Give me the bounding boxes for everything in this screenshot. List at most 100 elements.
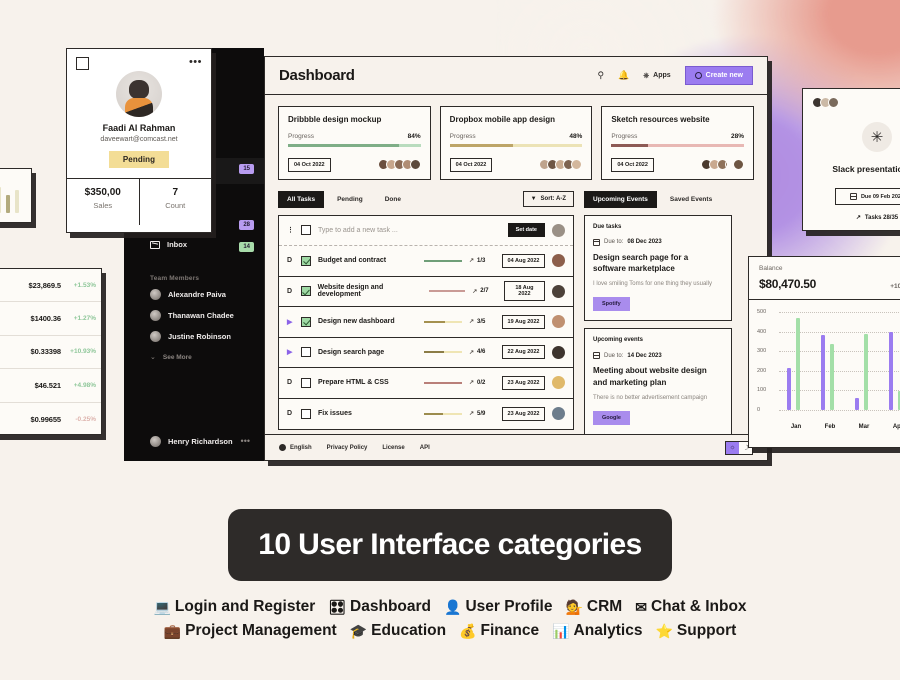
progress-label: Progress xyxy=(449,133,476,140)
language-selector[interactable]: English xyxy=(279,444,312,451)
task-checkbox[interactable] xyxy=(301,408,311,419)
tab-done[interactable]: Done xyxy=(376,191,410,208)
more-options-icon[interactable]: ••• xyxy=(189,57,202,68)
project-title: Sketch resources website xyxy=(611,115,710,124)
avatar xyxy=(552,345,565,359)
task-row[interactable]: D Fix issues ↗ 5/9 23 Aug 2022 xyxy=(279,399,573,430)
sort-button[interactable]: ▼ Sort: A-Z xyxy=(522,191,574,207)
y-tick: 300 xyxy=(757,348,767,355)
profile-stats: $350,00 Sales 7 Count xyxy=(67,178,211,225)
task-fraction: ↗ 1/3 xyxy=(469,257,486,265)
sidebar-item-member-0[interactable]: Alexandre Paiva xyxy=(150,289,226,300)
drag-handle-icon[interactable]: D xyxy=(287,257,294,264)
dashboard-header: Dashboard ⚲ 🔔 ❊ Apps Create new xyxy=(265,57,767,95)
link-api[interactable]: API xyxy=(420,445,430,451)
drag-handle-icon[interactable]: D xyxy=(287,379,294,386)
table-row[interactable]: $23,869.5 +1.53% xyxy=(0,269,101,303)
avatar xyxy=(552,284,566,298)
footer-links: English Privacy Policy License API xyxy=(279,444,430,451)
task-row[interactable]: D Website design and development ↗ 2/7 1… xyxy=(279,277,573,307)
tab-saved-events[interactable]: Saved Events xyxy=(661,191,721,208)
search-icon[interactable]: ⚲ xyxy=(597,70,604,81)
task-date[interactable]: 22 Aug 2022 xyxy=(502,345,545,360)
current-user-label: Henry Richardson xyxy=(168,437,233,446)
tab-upcoming-events[interactable]: Upcoming Events xyxy=(584,190,657,208)
avatar-stack xyxy=(803,89,900,108)
project-card[interactable]: Sketch resources website Progress 28% 04… xyxy=(601,106,755,180)
filter-icon: ▼ xyxy=(530,196,537,202)
due-label: Due 09 Feb 2022 xyxy=(860,193,900,200)
link-privacy-policy[interactable]: Privacy Policy xyxy=(327,445,368,451)
project-title: Dribbble design mockup xyxy=(288,115,382,124)
task-checkbox[interactable] xyxy=(301,225,311,236)
tab-pending[interactable]: Pending xyxy=(328,191,372,208)
task-checkbox[interactable] xyxy=(301,255,311,266)
apps-button[interactable]: ❊ Apps xyxy=(643,72,670,80)
sidebar-see-more-button[interactable]: ⌄ See More xyxy=(150,353,192,362)
select-checkbox[interactable] xyxy=(76,57,89,70)
task-progress-bar xyxy=(424,320,462,323)
task-checkbox[interactable] xyxy=(301,316,311,327)
table-row[interactable]: $0.33398 +10.93% xyxy=(0,336,101,370)
sidebar-item-member-2[interactable]: Justine Robinson xyxy=(150,331,231,342)
category-label: Support xyxy=(676,622,737,639)
chart-plot-area xyxy=(779,312,900,411)
category-analytics: 📊 Analytics xyxy=(552,622,642,640)
table-row[interactable]: TH $1400.36 +1.27% xyxy=(0,302,101,336)
y-tick: 200 xyxy=(757,367,767,374)
table-row[interactable]: C $46.521 +4.98% xyxy=(0,369,101,403)
task-date[interactable]: 19 Aug 2022 xyxy=(502,314,545,329)
task-checkbox[interactable] xyxy=(301,377,311,388)
link-license[interactable]: License xyxy=(382,445,404,451)
task-date[interactable]: 23 Aug 2022 xyxy=(502,406,545,421)
slack-due-chip[interactable]: Due 09 Feb 2022 xyxy=(835,188,900,205)
create-new-button[interactable]: Create new xyxy=(684,66,753,85)
sidebar-item-member-1[interactable]: Thanawan Chadee xyxy=(150,310,234,321)
task-checkbox[interactable] xyxy=(301,347,311,358)
balance-change: +10% xyxy=(890,283,900,290)
drag-handle-icon[interactable]: D xyxy=(287,288,294,295)
see-more-label: See More xyxy=(162,353,192,361)
task-row[interactable]: D Budget and contract ↗ 1/3 04 Aug 2022 xyxy=(279,246,573,277)
category-crm: 💁 CRM xyxy=(565,598,622,616)
task-fraction: ↗ 0/2 xyxy=(469,379,486,387)
event-card[interactable]: Due tasks Due to: 08 Dec 2023 Design sea… xyxy=(584,214,732,322)
task-row[interactable]: D Prepare HTML & CSS ↗ 0/2 23 Aug 2022 xyxy=(279,368,573,399)
project-title: Dropbox mobile app design xyxy=(449,115,556,124)
balance-amount: $80,470.50 xyxy=(759,277,817,291)
task-date[interactable]: 23 Aug 2022 xyxy=(502,375,545,390)
project-card[interactable]: Dribbble design mockup Progress 84% 04 O… xyxy=(278,106,431,180)
y-tick: 400 xyxy=(757,328,767,335)
task-checkbox[interactable] xyxy=(300,286,311,297)
new-task-input[interactable]: Type to add a new task ... xyxy=(318,227,398,234)
event-tag[interactable]: Google xyxy=(593,411,630,426)
sidebar-current-user[interactable]: Henry Richardson ••• xyxy=(150,436,250,447)
task-row[interactable]: ▶ Design search page ↗ 4/6 22 Aug 2022 xyxy=(279,338,573,368)
drag-handle-icon[interactable]: ▶ xyxy=(287,318,294,326)
set-date-button[interactable]: Set date xyxy=(507,223,545,238)
sort-label: Sort: A-Z xyxy=(540,196,566,202)
apps-icon: ❊ xyxy=(643,72,650,80)
drag-handle-icon[interactable]: ▶ xyxy=(287,348,294,356)
light-mode-icon[interactable]: ☼ xyxy=(726,441,739,454)
sidebar-section-title: Team Members xyxy=(150,275,200,282)
bell-icon[interactable]: 🔔 xyxy=(618,70,629,81)
event-card[interactable]: Upcoming events Due to: 14 Dec 2023 Meet… xyxy=(584,328,732,436)
sidebar-item-inbox[interactable]: Inbox xyxy=(150,240,187,249)
drag-handle-icon[interactable]: ⋮ xyxy=(287,226,294,234)
drag-handle-icon[interactable]: D xyxy=(287,410,294,417)
project-card[interactable]: Dropbox mobile app design Progress 48% 0… xyxy=(439,106,593,180)
task-row-new[interactable]: ⋮ Type to add a new task ... Set date xyxy=(279,216,573,246)
task-row[interactable]: ▶ Design new dashboard ↗ 3/5 19 Aug 2022 xyxy=(279,307,573,338)
task-date[interactable]: 04 Aug 2022 xyxy=(502,253,545,268)
star-icon: ⭐ xyxy=(655,622,673,639)
tab-all-tasks[interactable]: All Tasks xyxy=(278,190,325,208)
stat-value: $350,00 xyxy=(84,187,121,198)
calendar-icon xyxy=(593,352,600,360)
table-row[interactable]: T $0.99655 -0.25% xyxy=(0,403,101,436)
task-date[interactable]: 18 Aug 2022 xyxy=(503,281,546,302)
language-label: English xyxy=(290,444,312,451)
event-tag[interactable]: Spotify xyxy=(593,297,630,312)
event-due: Due to: 14 Dec 2023 xyxy=(593,352,723,360)
more-options-icon[interactable]: ••• xyxy=(241,437,250,446)
